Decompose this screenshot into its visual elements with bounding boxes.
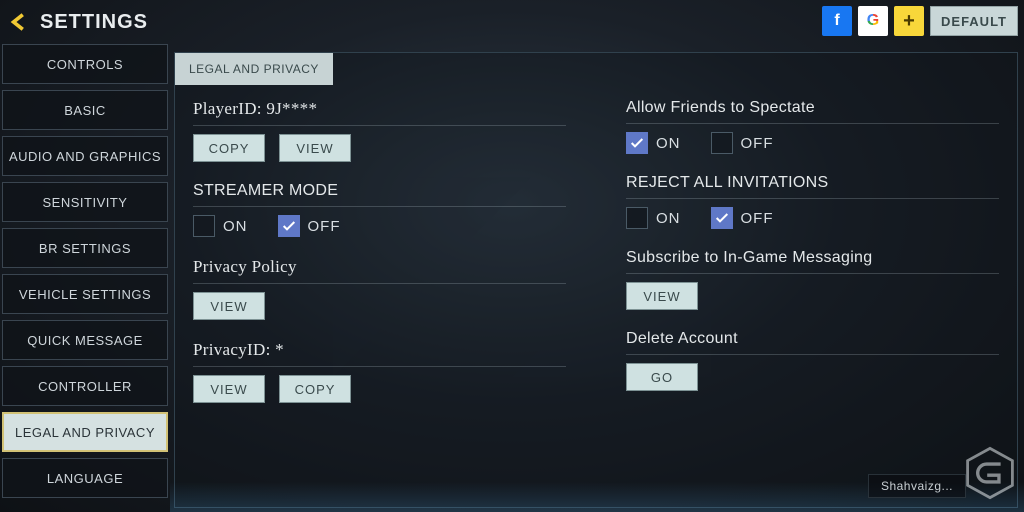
delete-account-label: Delete Account (626, 330, 999, 355)
privacy-policy-view-button[interactable]: VIEW (193, 292, 265, 320)
reject-on-option[interactable]: ON (626, 207, 681, 229)
spectate-off-option[interactable]: OFF (711, 132, 774, 154)
spectate-label: Allow Friends to Spectate (626, 99, 999, 124)
add-account-button[interactable]: + (894, 6, 924, 36)
off-label: OFF (741, 135, 774, 152)
delete-account-section: Delete Account GO (626, 330, 999, 391)
on-label: ON (656, 135, 681, 152)
sidebar-item-audio-graphics[interactable]: AUDIO AND GRAPHICS (2, 136, 168, 176)
google-login-button[interactable]: G (858, 6, 888, 36)
sidebar-item-controller[interactable]: CONTROLLER (2, 366, 168, 406)
checkbox-checked-icon (711, 207, 733, 229)
privacy-policy-section: Privacy Policy VIEW (193, 257, 566, 320)
streamer-mode-on-option[interactable]: ON (193, 215, 248, 237)
messaging-view-button[interactable]: VIEW (626, 282, 698, 310)
subtab-legal-privacy[interactable]: LEGAL AND PRIVACY (175, 53, 333, 85)
messaging-section: Subscribe to In-Game Messaging VIEW (626, 249, 999, 310)
sidebar-item-language[interactable]: LANGUAGE (2, 458, 168, 498)
streamer-mode-label: STREAMER MODE (193, 182, 566, 207)
facebook-login-button[interactable]: f (822, 6, 852, 36)
player-id-label: PlayerID: 9J**** (193, 99, 566, 126)
privacy-id-copy-button[interactable]: COPY (279, 375, 351, 403)
sidebar-item-quick-message[interactable]: QUICK MESSAGE (2, 320, 168, 360)
streamer-mode-section: STREAMER MODE ON OFF (193, 182, 566, 237)
sidebar-item-legal-privacy[interactable]: LEGAL AND PRIVACY (2, 412, 168, 452)
reject-invitations-label: REJECT ALL INVITATIONS (626, 174, 999, 199)
reject-invitations-section: REJECT ALL INVITATIONS ON OFF (626, 174, 999, 229)
sidebar-item-sensitivity[interactable]: SENSITIVITY (2, 182, 168, 222)
settings-sidebar: CONTROLS BASIC AUDIO AND GRAPHICS SENSIT… (2, 44, 168, 512)
reject-off-option[interactable]: OFF (711, 207, 774, 229)
off-label: OFF (308, 218, 341, 235)
spectate-on-option[interactable]: ON (626, 132, 681, 154)
default-button[interactable]: DEFAULT (930, 6, 1018, 36)
checkbox-icon (626, 207, 648, 229)
checkbox-checked-icon (626, 132, 648, 154)
privacy-id-view-button[interactable]: VIEW (193, 375, 265, 403)
player-id-copy-button[interactable]: COPY (193, 134, 265, 162)
checkbox-icon (193, 215, 215, 237)
sidebar-item-br-settings[interactable]: BR SETTINGS (2, 228, 168, 268)
player-id-view-button[interactable]: VIEW (279, 134, 351, 162)
on-label: ON (656, 210, 681, 227)
messaging-label: Subscribe to In-Game Messaging (626, 249, 999, 274)
page-title: SETTINGS (40, 11, 148, 34)
off-label: OFF (741, 210, 774, 227)
streamer-mode-off-option[interactable]: OFF (278, 215, 341, 237)
privacy-policy-label: Privacy Policy (193, 257, 566, 284)
privacy-id-label: PrivacyID: * (193, 340, 566, 367)
header-bar: SETTINGS f G + DEFAULT (0, 0, 1024, 44)
back-button[interactable] (6, 8, 34, 36)
delete-account-go-button[interactable]: GO (626, 363, 698, 391)
main-panel: LEGAL AND PRIVACY PlayerID: 9J**** COPY … (174, 52, 1018, 508)
privacy-id-section: PrivacyID: * VIEW COPY (193, 340, 566, 403)
credit-badge: Shahvaizg... (868, 474, 966, 498)
sidebar-item-controls[interactable]: CONTROLS (2, 44, 168, 84)
checkbox-checked-icon (278, 215, 300, 237)
sidebar-item-basic[interactable]: BASIC (2, 90, 168, 130)
sidebar-item-vehicle-settings[interactable]: VEHICLE SETTINGS (2, 274, 168, 314)
on-label: ON (223, 218, 248, 235)
checkbox-icon (711, 132, 733, 154)
content-grid: PlayerID: 9J**** COPY VIEW STREAMER MODE… (193, 99, 999, 507)
player-id-section: PlayerID: 9J**** COPY VIEW (193, 99, 566, 162)
spectate-section: Allow Friends to Spectate ON OFF (626, 99, 999, 154)
